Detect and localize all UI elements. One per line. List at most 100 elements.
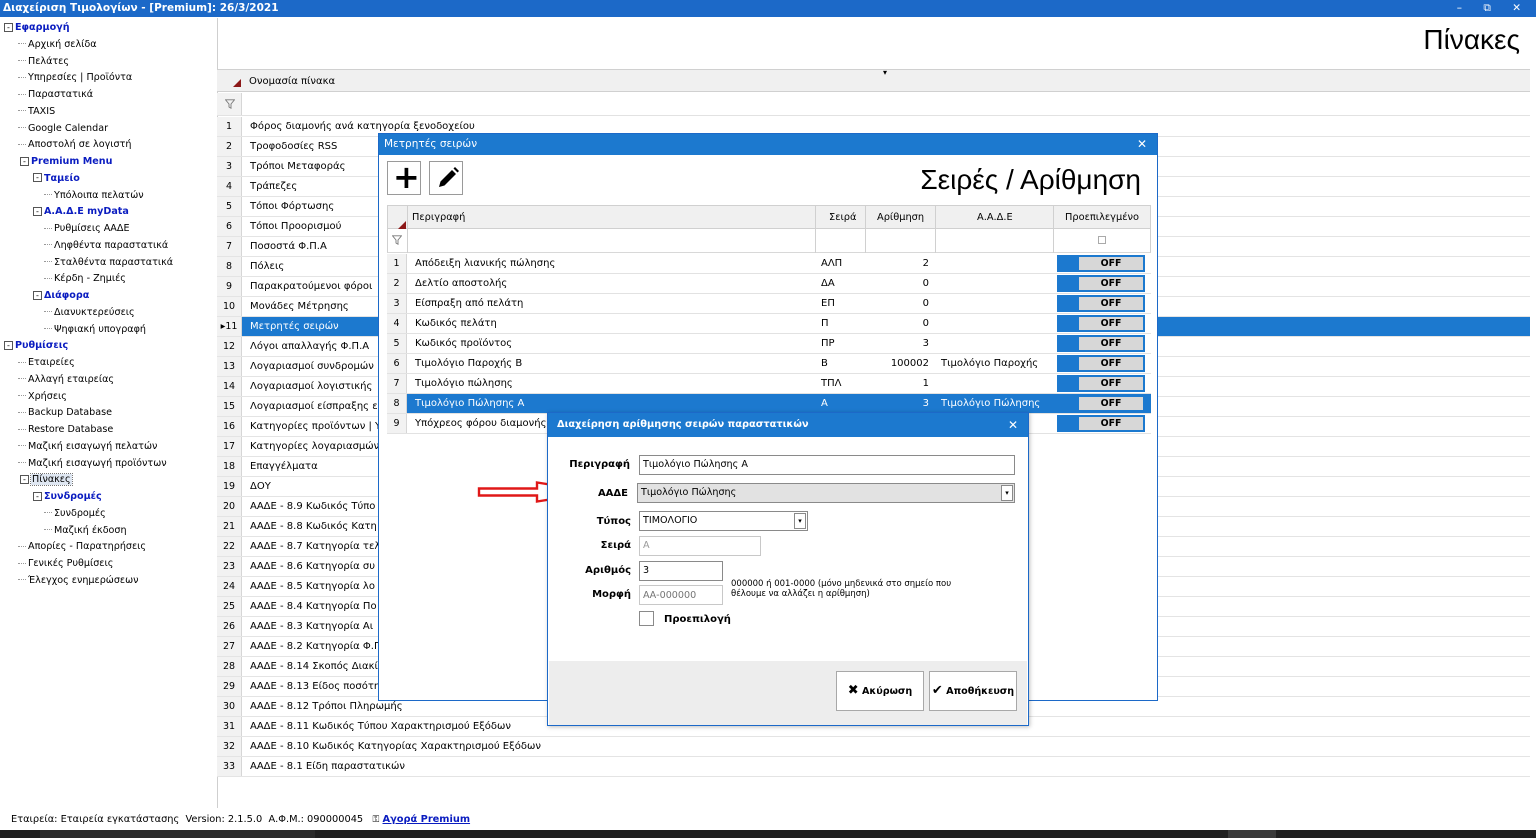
table-row[interactable]: 32 ΑΑΔΕ - 8.10 Κωδικός Κατηγορίας Χαρακτη…	[217, 737, 1530, 757]
aade-select[interactable]: Τιμολόγιο Πώλησης ▾	[637, 483, 1015, 503]
tree-item-label: Μαζική εισαγωγή πελατών	[28, 440, 158, 452]
tree-item[interactable]: Google Calendar	[18, 121, 108, 137]
collapse-toggle-icon[interactable]: -	[4, 340, 13, 350]
default-checkbox[interactable]	[639, 611, 654, 626]
tree-item-label: Σταλθέντα παραστατικά	[54, 256, 174, 268]
tree-item[interactable]: - Α.Α.Δ.Ε myData	[33, 204, 129, 220]
collapse-toggle-icon[interactable]: -	[4, 22, 13, 32]
tree-item[interactable]: Σταλθέντα παραστατικά	[44, 255, 174, 271]
tree-item[interactable]: - Διάφορα	[33, 288, 89, 304]
collapse-toggle-icon[interactable]: -	[33, 290, 42, 300]
tree-item[interactable]: Υπόλοιπα πελατών	[44, 188, 144, 204]
tree-item[interactable]: - Ταμείο	[33, 171, 80, 187]
tree-item[interactable]: Restore Database	[18, 422, 113, 438]
column-header-description[interactable]: Περιγραφή	[412, 212, 465, 223]
tree-item[interactable]: Μαζική έκδοση	[44, 523, 127, 539]
description-field[interactable]: Τιμολόγιο Πώλησης Α	[639, 455, 1015, 475]
tree-item[interactable]: Κέρδη - Ζημιές	[44, 271, 126, 287]
cancel-button[interactable]: ✖ Ακύρωση	[836, 671, 924, 711]
tree-item[interactable]: Απορίες - Παρατηρήσεις	[18, 539, 146, 555]
tree-item[interactable]: Παραστατικά	[18, 87, 93, 103]
collapse-toggle-icon[interactable]: -	[33, 173, 42, 183]
default-toggle[interactable]: OFF	[1057, 415, 1145, 432]
tree-item[interactable]: Μαζική εισαγωγή πελατών	[18, 439, 158, 455]
series-row[interactable]: 1 Απόδειξη λιανικής πώλησης ΑΛΠ 2 OFF	[387, 254, 1151, 274]
default-toggle[interactable]: OFF	[1057, 315, 1145, 332]
column-header-aade[interactable]: Α.Α.Δ.Ε	[977, 212, 1013, 223]
tree-item[interactable]: TAXIS	[18, 104, 55, 120]
tree-connector	[18, 110, 26, 112]
tree-item[interactable]: Έλεγχος ενημερώσεων	[18, 573, 139, 589]
number-field[interactable]: 3	[639, 561, 723, 581]
close-icon[interactable]: ✕	[1008, 413, 1018, 437]
default-toggle[interactable]: OFF	[1057, 375, 1145, 392]
table-name-cell: ΑΑΔΕ - 8.5 Κατηγορία λο	[250, 581, 375, 592]
series-grid-filter-row[interactable]	[387, 229, 1151, 253]
tree-item[interactable]: - Πίνακες	[20, 472, 73, 488]
row-number: 22	[217, 537, 242, 556]
tree-item[interactable]: - Εφαρμογή	[4, 20, 70, 36]
tree-item[interactable]: - Ρυθμίσεις	[4, 338, 68, 354]
edit-button[interactable]	[429, 161, 463, 195]
default-toggle[interactable]: OFF	[1057, 335, 1145, 352]
table-name-cell: Πόλεις	[250, 261, 285, 272]
tree-item-label: Υπόλοιπα πελατών	[54, 189, 144, 201]
filter-funnel-icon[interactable]	[225, 99, 235, 109]
chevron-down-icon[interactable]: ▾	[1001, 485, 1013, 501]
tree-item[interactable]: Ληφθέντα παραστατικά	[44, 238, 168, 254]
collapse-toggle-icon[interactable]: -	[33, 491, 42, 501]
collapse-toggle-icon[interactable]: -	[33, 206, 42, 216]
series-row[interactable]: 6 Τιμολόγιο Παροχής Β Β 100002 Τιμολόγιο Παρ…	[387, 354, 1151, 374]
chevron-down-icon[interactable]: ▾	[794, 513, 806, 529]
save-button[interactable]: ✔ Αποθήκευση	[929, 671, 1017, 711]
collapse-toggle-icon[interactable]: -	[20, 474, 29, 484]
table-row[interactable]: 33 ΑΑΔΕ - 8.1 Είδη παραστατικών	[217, 757, 1530, 777]
default-toggle[interactable]: OFF	[1057, 395, 1145, 412]
tree-item[interactable]: Συνδρομές	[44, 506, 106, 522]
filter-funnel-icon[interactable]	[392, 235, 402, 245]
tree-item[interactable]: Υπηρεσίες | Προϊόντα	[18, 70, 132, 86]
buy-premium-link[interactable]: Αγορά Premium	[383, 814, 471, 825]
column-header-default[interactable]: Προεπιλεγμένο	[1065, 212, 1139, 223]
window-controls[interactable]: – ⧉ ✕	[1457, 0, 1530, 17]
default-toggle[interactable]: OFF	[1057, 295, 1145, 312]
close-icon[interactable]: ✕	[1137, 134, 1147, 155]
series-row[interactable]: 5 Κωδικός προϊόντος ΠΡ 3 OFF	[387, 334, 1151, 354]
row-number: 24	[217, 577, 242, 596]
series-row[interactable]: 3 Είσπραξη από πελάτη ΕΠ 0 OFF	[387, 294, 1151, 314]
tables-grid-filter-row[interactable]	[217, 93, 1530, 116]
tree-item[interactable]: - Premium Menu	[20, 154, 112, 170]
column-header-series[interactable]: Σειρά	[829, 212, 856, 223]
tree-item[interactable]: - Συνδρομές	[33, 489, 102, 505]
row-number: 29	[217, 677, 242, 696]
tree-item[interactable]: Εταιρείες	[18, 355, 75, 371]
series-field[interactable]: Α	[639, 536, 761, 556]
default-toggle[interactable]: OFF	[1057, 255, 1145, 272]
collapse-toggle-icon[interactable]: -	[20, 156, 29, 166]
tree-item[interactable]: Μαζική εισαγωγή προϊόντων	[18, 456, 167, 472]
tree-item[interactable]: Backup Database	[18, 405, 112, 421]
tree-item[interactable]: Χρήσεις	[18, 389, 67, 405]
add-button[interactable]: +	[387, 158, 421, 196]
series-row[interactable]: 7 Τιμολόγιο πώλησης ΤΠΛ 1 OFF	[387, 374, 1151, 394]
tree-item[interactable]: Αρχική σελίδα	[18, 37, 97, 53]
series-row[interactable]: 4 Κωδικός πελάτη Π 0 OFF	[387, 314, 1151, 334]
series-row[interactable]: 8 Τιμολόγιο Πώλησης Α Α 3 Τιμολόγιο Πώλησης O…	[387, 394, 1151, 414]
series-row[interactable]: 2 Δελτίο αποστολής ΔΑ 0 OFF	[387, 274, 1151, 294]
tree-item[interactable]: Αλλαγή εταιρείας	[18, 372, 114, 388]
tree-item[interactable]: Πελάτες	[18, 54, 69, 70]
tree-item[interactable]: Γενικές Ρυθμίσεις	[18, 556, 113, 572]
row-number: 6	[387, 354, 407, 373]
tree-item[interactable]: Αποστολή σε λογιστή	[18, 137, 131, 153]
default-toggle[interactable]: OFF	[1057, 275, 1145, 292]
column-header-numbering[interactable]: Αρίθμηση	[877, 212, 924, 223]
format-field[interactable]	[639, 585, 723, 605]
tree-connector	[18, 428, 26, 430]
default-filter-checkbox[interactable]	[1098, 236, 1106, 244]
default-toggle[interactable]: OFF	[1057, 355, 1145, 372]
tree-item[interactable]: Ψηφιακή υπογραφή	[44, 322, 146, 338]
type-select[interactable]: ΤΙΜΟΛΟΓΙΟ ▾	[639, 511, 808, 531]
tree-item[interactable]: Ρυθμίσεις ΑΑΔΕ	[44, 221, 130, 237]
tree-item[interactable]: Διανυκτερεύσεις	[44, 305, 135, 321]
column-header-table-name[interactable]: Ονομασία πίνακα	[249, 76, 335, 87]
